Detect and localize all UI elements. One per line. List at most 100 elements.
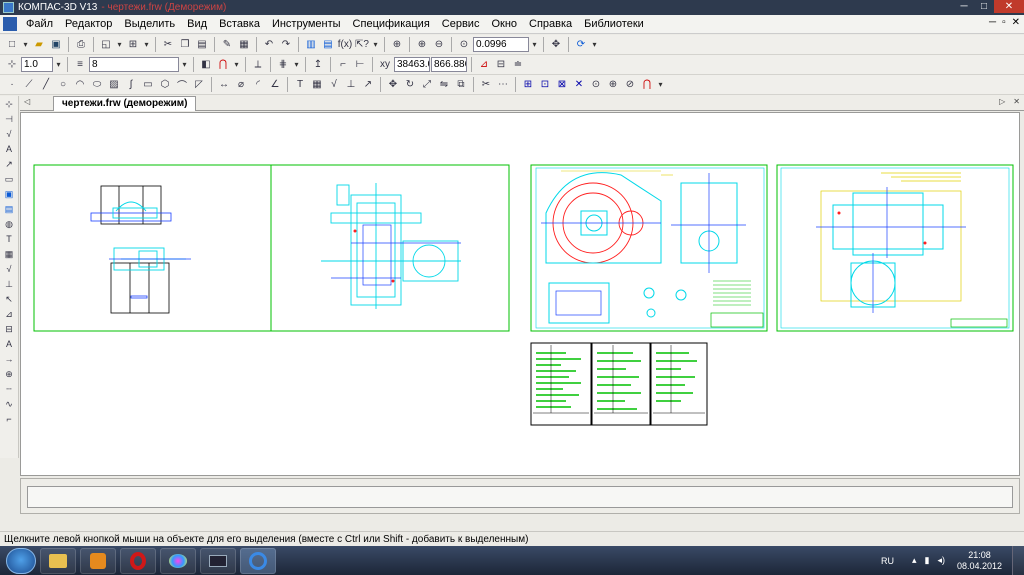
snap-intersection-icon[interactable]: ✕ (571, 77, 587, 93)
parametric-icon[interactable]: ⊟ (493, 57, 509, 73)
scale-icon[interactable]: ⤢ (419, 77, 435, 93)
text-panel-icon[interactable]: T (1, 232, 17, 246)
text-icon[interactable]: T (292, 77, 308, 93)
menu-specification[interactable]: Спецификация (347, 18, 436, 30)
snap-endpoint-icon[interactable]: ⊡ (537, 77, 553, 93)
taskbar-opera-button[interactable] (120, 547, 156, 574)
line-panel-icon[interactable]: ┄ (1, 382, 17, 396)
menu-view[interactable]: Вид (181, 18, 213, 30)
document-tab[interactable]: чертежи.frw (деморежим) (53, 96, 197, 111)
format-brush-icon[interactable]: ✎ (219, 37, 235, 53)
doc-minimize-button[interactable]: ─ (989, 17, 996, 28)
reports-panel-icon[interactable]: ◍ (1, 217, 17, 231)
round-icon[interactable]: ⌐ (335, 57, 351, 73)
redo-icon[interactable]: ↷ (278, 37, 294, 53)
segment-icon[interactable]: ╱ (38, 77, 54, 93)
measure-panel-icon[interactable]: ▭ (1, 172, 17, 186)
preview-dropdown-icon[interactable]: ▾ (115, 40, 124, 49)
point-icon[interactable]: · (4, 77, 20, 93)
layer-dropdown-icon[interactable]: ▾ (180, 60, 189, 69)
grid-dropdown-icon[interactable]: ▾ (292, 60, 301, 69)
print-icon[interactable]: ⎙ (73, 37, 89, 53)
geometry-panel-icon[interactable]: ⊹ (1, 97, 17, 111)
preview-icon[interactable]: ◱ (98, 37, 114, 53)
parametrize-panel-icon[interactable]: ↗ (1, 157, 17, 171)
select-panel-icon[interactable]: ▣ (1, 187, 17, 201)
table-panel-icon[interactable]: ▦ (1, 247, 17, 261)
snap-nearest-icon[interactable]: ⊕ (605, 77, 621, 93)
manager-icon[interactable]: ▥ (303, 37, 319, 53)
menu-insert[interactable]: Вставка (213, 18, 266, 30)
line-width-dropdown-icon[interactable]: ▾ (54, 60, 63, 69)
menu-file[interactable]: Файл (20, 18, 59, 30)
tab-close-icon[interactable]: ✕ (1013, 97, 1020, 106)
variables-icon[interactable]: ▦ (236, 37, 252, 53)
spline-icon[interactable]: ∫ (123, 77, 139, 93)
trim-icon[interactable]: ✂ (478, 77, 494, 93)
minimize-button[interactable]: ─ (954, 0, 974, 13)
base-panel-icon[interactable]: ⊥ (1, 277, 17, 291)
tab-scroll-right-icon[interactable]: ▷ (999, 97, 1005, 106)
help-pointer-icon[interactable]: ⇱? (354, 37, 370, 53)
global-snap-dropdown-icon[interactable]: ▾ (656, 80, 665, 89)
network-icon[interactable]: ▮ (924, 555, 929, 566)
close-button[interactable]: ✕ (994, 0, 1024, 13)
sheet-assembly-views[interactable] (33, 164, 510, 332)
spec-panel-icon[interactable]: ▤ (1, 202, 17, 216)
drawing-canvas[interactable] (20, 112, 1020, 476)
grid-icon[interactable]: ⋕ (275, 57, 291, 73)
fillet-icon[interactable]: ⌒ (174, 77, 190, 93)
break-icon[interactable]: ⋯ (495, 77, 511, 93)
snap-magnet-icon[interactable]: ⋂ (215, 57, 231, 73)
local-cs-icon[interactable]: ⊹ (4, 57, 20, 73)
mirror-icon[interactable]: ⇋ (436, 77, 452, 93)
copy-icon[interactable]: ❐ (177, 37, 193, 53)
zoom-scale-field[interactable]: 0.0996 (473, 37, 529, 52)
copy-geometry-icon[interactable]: ⧉ (453, 77, 469, 93)
ortho-mode-icon[interactable]: ⊢ (352, 57, 368, 73)
dimensions-panel-icon[interactable]: ⊣ (1, 112, 17, 126)
menu-select[interactable]: Выделить (118, 18, 181, 30)
tray-arrow-icon[interactable]: ▴ (912, 555, 917, 566)
zoom-in-icon[interactable]: ⊕ (414, 37, 430, 53)
command-line-field[interactable] (27, 486, 1013, 508)
new-document-icon[interactable]: □ (4, 37, 20, 53)
coord-y-field[interactable]: 866.886 (431, 57, 467, 72)
menu-tools[interactable]: Инструменты (266, 18, 347, 30)
cut-icon[interactable]: ✂ (160, 37, 176, 53)
undo-icon[interactable]: ↶ (261, 37, 277, 53)
taskbar-explorer-button[interactable] (40, 547, 76, 574)
snap-tangent-icon[interactable]: ⊘ (622, 77, 638, 93)
arc-icon[interactable]: ◠ (72, 77, 88, 93)
move-icon[interactable]: ✥ (385, 77, 401, 93)
polygon-icon[interactable]: ⬡ (157, 77, 173, 93)
circle-icon[interactable]: ○ (55, 77, 71, 93)
language-indicator[interactable]: RU (881, 556, 894, 566)
line-icon[interactable]: ⟋ (21, 77, 37, 93)
linear-dimension-icon[interactable]: ↔ (216, 77, 232, 93)
menu-help[interactable]: Справка (523, 18, 578, 30)
arrow-panel-icon[interactable]: → (1, 352, 17, 366)
position-panel-icon[interactable]: ⊿ (1, 307, 17, 321)
rotate-icon[interactable]: ↻ (402, 77, 418, 93)
clock[interactable]: 21:08 08.04.2012 (957, 550, 1002, 572)
ellipse-icon[interactable]: ⬭ (89, 77, 105, 93)
doc-close-button[interactable]: ✕ (1012, 17, 1020, 28)
zoom-out-icon[interactable]: ⊖ (431, 37, 447, 53)
tolerance-panel-icon[interactable]: ⊟ (1, 322, 17, 336)
diameter-dimension-icon[interactable]: ⌀ (233, 77, 249, 93)
layer-icon[interactable]: ≡ (72, 57, 88, 73)
corner-panel-icon[interactable]: ⌐ (1, 412, 17, 426)
doc-restore-button[interactable]: ▫ (1002, 17, 1006, 28)
volume-icon[interactable]: ◂) (937, 555, 945, 566)
paste-icon[interactable]: ▤ (194, 37, 210, 53)
layer-state-icon[interactable]: ◧ (198, 57, 214, 73)
roughness-panel-icon[interactable]: √ (1, 262, 17, 276)
show-desktop-button[interactable] (1012, 546, 1024, 575)
layer-field[interactable]: 8 (89, 57, 179, 72)
menu-libraries[interactable]: Библиотеки (578, 18, 650, 30)
help-dropdown-icon[interactable]: ▾ (371, 40, 380, 49)
constraint-icon[interactable]: ≐ (510, 57, 526, 73)
open-folder-icon[interactable]: ▰ (31, 37, 47, 53)
pan-icon[interactable]: ✥ (548, 37, 564, 53)
